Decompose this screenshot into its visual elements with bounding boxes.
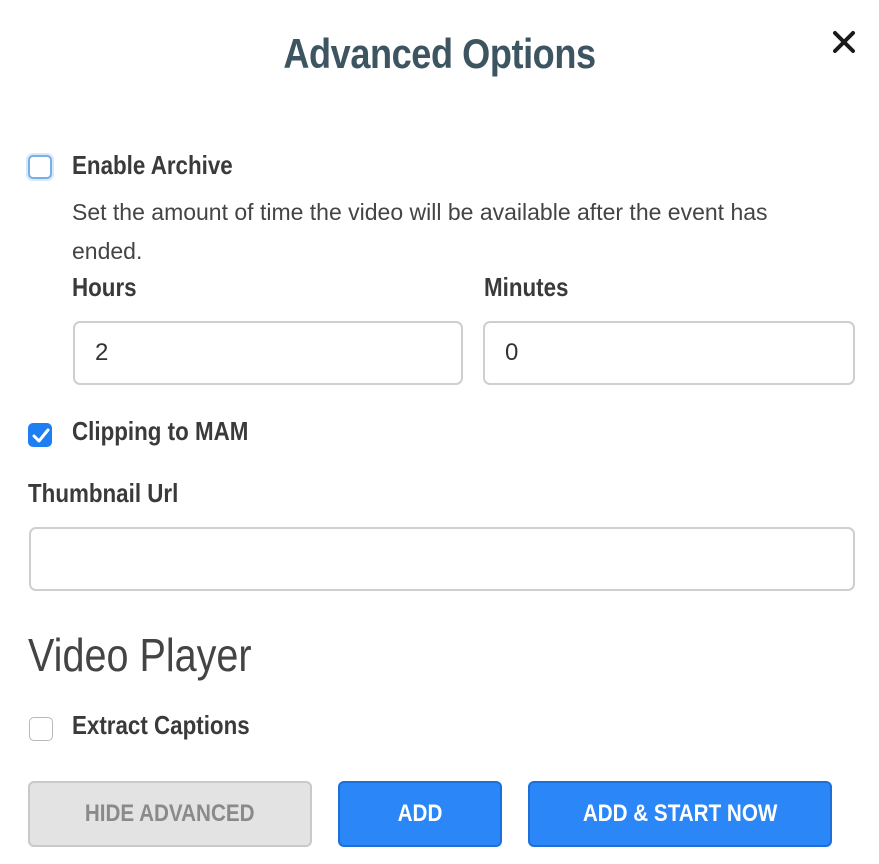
minutes-input[interactable] — [483, 321, 855, 385]
add-label: ADD — [397, 800, 443, 827]
hide-advanced-button[interactable]: HIDE ADVANCED — [28, 781, 312, 847]
clipping-to-mam-checkbox[interactable] — [28, 423, 52, 447]
extract-captions-label: Extract Captions — [72, 710, 250, 740]
minutes-label: Minutes — [484, 272, 569, 302]
hours-label: Hours — [72, 272, 137, 302]
thumbnail-url-input[interactable] — [29, 527, 855, 591]
clipping-to-mam-label: Clipping to MAM — [72, 416, 249, 446]
add-and-start-now-button[interactable]: ADD & START NOW — [528, 781, 832, 847]
enable-archive-checkbox[interactable] — [28, 155, 52, 179]
add-button[interactable]: ADD — [338, 781, 502, 847]
archive-description: Set the amount of time the video will be… — [72, 199, 768, 264]
thumbnail-url-label: Thumbnail Url — [28, 478, 179, 508]
hours-input[interactable] — [73, 321, 463, 385]
video-player-heading: Video Player — [28, 629, 252, 681]
extract-captions-checkbox[interactable] — [29, 717, 53, 741]
add-and-start-now-label: ADD & START NOW — [582, 800, 778, 827]
checkmark-icon — [32, 428, 50, 443]
hide-advanced-label: HIDE ADVANCED — [85, 800, 255, 827]
dialog-title: Advanced Options — [283, 30, 596, 77]
close-icon[interactable] — [828, 26, 860, 58]
enable-archive-label: Enable Archive — [72, 150, 233, 180]
